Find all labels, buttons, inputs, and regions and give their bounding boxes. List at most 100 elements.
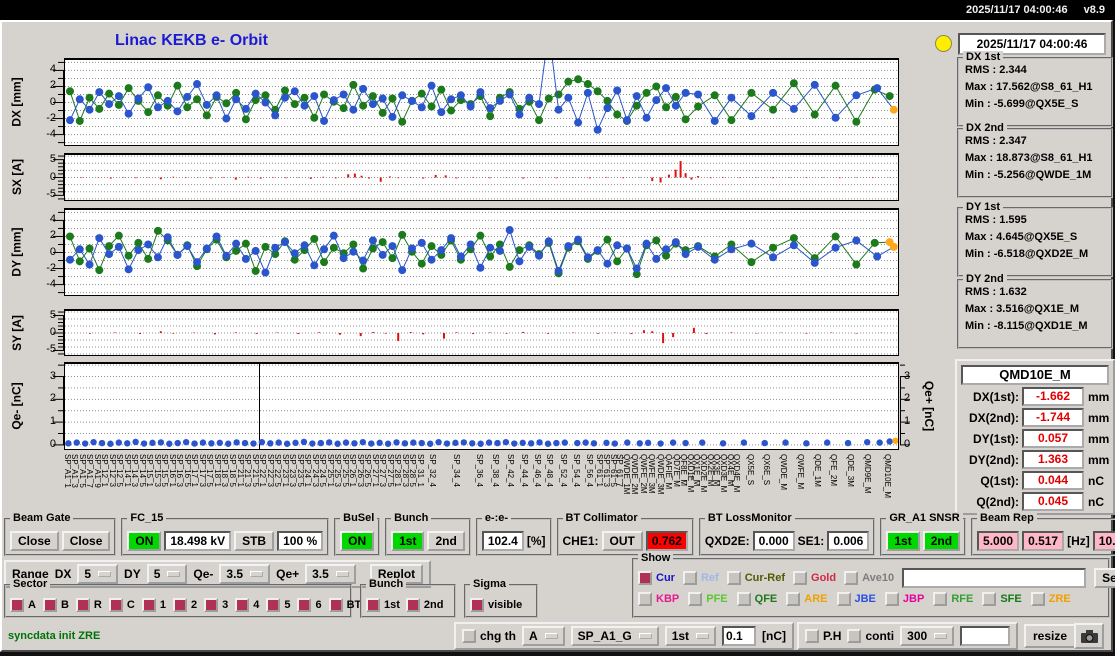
checkbox-indicator-icon (837, 592, 851, 606)
y-axis-label-text: DY [mm] (10, 227, 24, 276)
checkbox-indicator-icon (847, 629, 861, 643)
checkbox-qfe[interactable]: QFE (737, 592, 778, 606)
checkbox-indicator-icon (1031, 592, 1045, 606)
x-axis-label: QX6E_S (762, 454, 771, 485)
checkbox-1st[interactable]: 1st (366, 598, 400, 612)
checkbox-6[interactable]: 6 (297, 598, 321, 612)
monitor-unit: nC (1088, 495, 1104, 509)
monitor-row: DX(2nd):-1.744mm (957, 408, 1110, 427)
checkbox-4[interactable]: 4 (235, 598, 259, 612)
bunch-select-title: Bunch (391, 512, 431, 524)
checkbox-label: 5 (284, 599, 290, 611)
checkbox-cur[interactable]: Cur (638, 571, 675, 585)
checkbox-conti[interactable]: conti (847, 629, 894, 643)
camera-icon (1080, 629, 1099, 644)
fc15-percent-value: 100 % (277, 531, 323, 551)
checkbox-2nd[interactable]: 2nd (406, 598, 444, 612)
checkbox-r[interactable]: R (76, 598, 102, 612)
count-select[interactable]: 300 (900, 626, 954, 646)
bunch-1st-button[interactable]: 1st (391, 531, 424, 551)
range-dx-select[interactable]: 5 (77, 564, 118, 584)
checkbox-3[interactable]: 3 (204, 598, 228, 612)
range-qem-select[interactable]: 3.5 (219, 564, 270, 584)
bt-lossmonitor-title: BT LossMonitor (705, 512, 795, 524)
che1-out-button[interactable]: OUT (602, 531, 643, 551)
checkbox-a[interactable]: A (10, 598, 36, 612)
count-input[interactable] (960, 626, 1010, 646)
count-value: 300 (907, 629, 927, 643)
y-axis-tick: 2 (30, 79, 56, 91)
checkbox-5[interactable]: 5 (266, 598, 290, 612)
checkbox-b[interactable]: B (43, 598, 69, 612)
range-qem-label: Qe- (193, 567, 213, 581)
fc15-stb-button[interactable]: STB (234, 531, 274, 551)
gr-a1-snsr-title: GR_A1 SNSR (886, 512, 962, 524)
checkbox-label: SFE (1000, 593, 1021, 605)
busel-on-button[interactable]: ON (340, 531, 374, 551)
monitor-unit: mm (1088, 453, 1109, 467)
bpm-select[interactable]: SP_A1_G (571, 626, 659, 646)
checkbox-label: 1 (160, 599, 166, 611)
checkbox-label: Ave10 (862, 572, 894, 584)
checkbox-c[interactable]: C (109, 598, 135, 612)
chart-sx: SX [A]50-5 (2, 153, 954, 201)
x-axis-label: SP_48_4 (545, 454, 554, 487)
y-axis-tick: 0 (30, 246, 56, 258)
checkbox-ave10[interactable]: Ave10 (844, 571, 894, 585)
bt-collimator-title: BT Collimator (563, 512, 641, 524)
snapshot-button[interactable] (1074, 623, 1104, 649)
checkbox-are[interactable]: ARE (786, 592, 827, 606)
y-axis-tick: 0 (30, 326, 56, 338)
checkbox-chg-th[interactable]: chg th (462, 629, 516, 643)
ref-file-input[interactable] (902, 568, 1086, 588)
optionmenu-indicator-icon (639, 633, 652, 639)
checkbox-kbp[interactable]: KBP (638, 592, 679, 606)
sector-a-select[interactable]: A (522, 626, 565, 646)
y-axis-label-text: SX [A] (10, 159, 24, 195)
snsr-2nd-button[interactable]: 2nd (923, 531, 960, 551)
range-qep-select[interactable]: 3.5 (305, 564, 356, 584)
nc-unit-label: [nC] (762, 629, 786, 643)
threshold-input[interactable] (722, 626, 756, 646)
x-axis-label: SP_38_4 (491, 454, 500, 487)
checkbox-bt[interactable]: BT (329, 598, 362, 612)
titlebar-version: v8.9 (1084, 4, 1105, 16)
checkbox-indicator-icon (638, 571, 652, 585)
snsr-1st-button[interactable]: 1st (886, 531, 919, 551)
set-ref-button[interactable]: Set Ref (1094, 568, 1115, 588)
plot-area-q (64, 362, 899, 450)
checkbox-1[interactable]: 1 (142, 598, 166, 612)
checkbox-zre[interactable]: ZRE (1031, 592, 1071, 606)
checkbox-label: Cur-Ref (745, 572, 785, 584)
y-axis-tick: 0 (30, 438, 56, 450)
checkbox-cur-ref[interactable]: Cur-Ref (727, 571, 785, 585)
checkbox-indicator-icon (793, 571, 807, 585)
checkbox-ref[interactable]: Ref (683, 571, 719, 585)
bpm-monitor-title: QMD10E_M (961, 365, 1109, 385)
beam-gate-close2-button[interactable]: Close (62, 531, 111, 551)
checkbox-gold[interactable]: Gold (793, 571, 836, 585)
resize-button[interactable]: resize (1024, 624, 1076, 648)
checkbox-indicator-icon (737, 592, 751, 606)
checkbox-jbp[interactable]: JBP (885, 592, 924, 606)
bunch-order-select[interactable]: 1st (665, 626, 716, 646)
range-qem-value: 3.5 (226, 567, 243, 581)
se1-value: 0.006 (827, 531, 869, 551)
y-axis-tick: 2 (30, 392, 56, 404)
checkbox-indicator-icon (885, 592, 899, 606)
checkbox-visible[interactable]: visible (470, 598, 522, 612)
beam-gate-close1-button[interactable]: Close (10, 531, 59, 551)
checkbox-2[interactable]: 2 (173, 598, 197, 612)
fc15-on-button[interactable]: ON (127, 531, 161, 551)
checkbox-jbe[interactable]: JBE (837, 592, 876, 606)
range-dy-select[interactable]: 5 (147, 564, 188, 584)
checkbox-label: ARE (804, 593, 827, 605)
checkbox-sfe[interactable]: SFE (982, 592, 1021, 606)
range-dy-value: 5 (154, 567, 161, 581)
checkbox-ph[interactable]: P.H (805, 629, 841, 643)
bunch-2nd-button[interactable]: 2nd (427, 531, 464, 551)
sigma-group: Sigma visible (464, 584, 538, 618)
checkbox-pfe[interactable]: PFE (688, 592, 727, 606)
checkbox-rfe[interactable]: RFE (933, 592, 973, 606)
qxd2e-label: QXD2E: (705, 534, 750, 548)
